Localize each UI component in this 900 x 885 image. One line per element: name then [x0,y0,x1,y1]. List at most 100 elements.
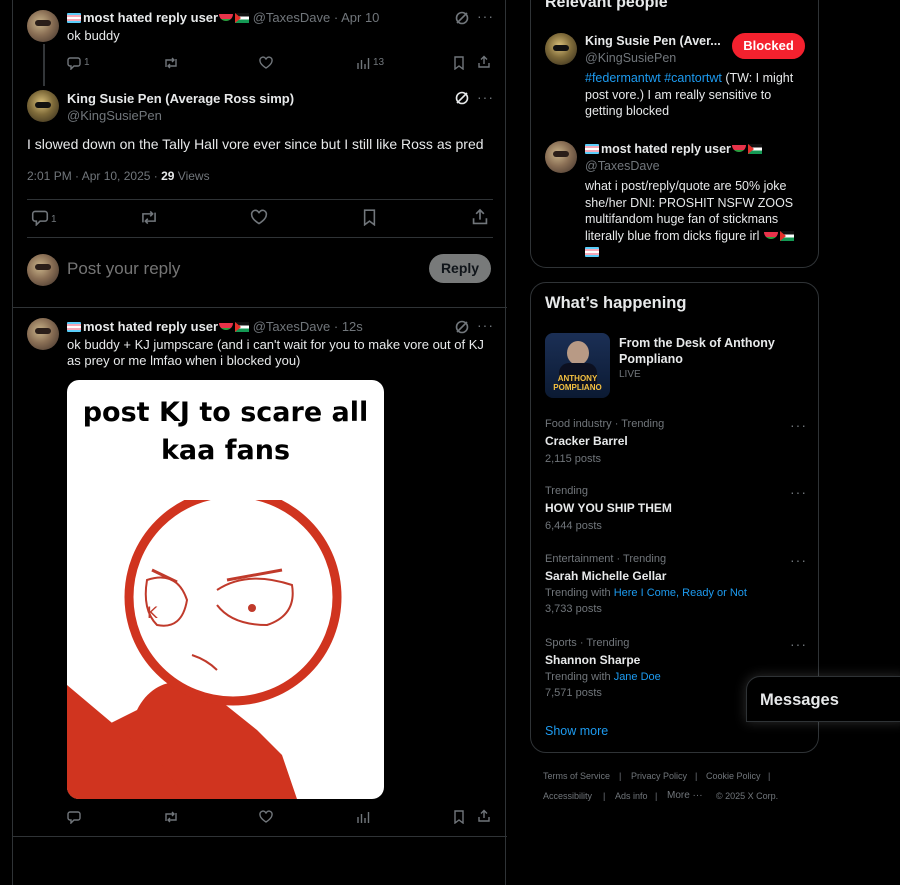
reply-icon[interactable] [31,209,49,226]
footer-link-cookie[interactable]: Cookie Policy [706,771,761,781]
grok-icon[interactable] [455,91,469,105]
author-handle[interactable]: @TaxesDave [253,319,331,334]
avatar[interactable] [27,90,59,122]
avatar[interactable] [27,318,59,350]
more-options-icon[interactable]: ··· [790,552,807,568]
timeline-column: most hated reply user @TaxesDave · Apr 1… [12,0,507,885]
avatar[interactable] [545,141,577,173]
thumb-text-2: POMPLIANO [553,383,602,392]
like-icon[interactable] [259,56,273,70]
footer-link-more[interactable]: More ··· [667,790,703,801]
image-caption-line2: kaa fans [160,435,291,466]
messages-drawer[interactable]: Messages [746,676,900,722]
person-name-row: most hated reply user [585,142,762,156]
image-caption-line1: post KJ to scare all [82,397,369,428]
trend-item[interactable]: Trending HOW YOU SHIP THEM 6,444 posts ·… [531,480,820,540]
watermelon-icon [763,231,778,239]
reply-input[interactable] [67,256,407,282]
trend-posts: 2,115 posts [545,453,602,465]
avatar[interactable] [545,33,577,65]
author-handle[interactable]: @TaxesDave [253,10,331,25]
bookmark-icon[interactable] [453,56,465,70]
more-options-icon[interactable]: ··· [790,484,807,500]
repost-icon[interactable] [139,209,159,226]
more-options-icon[interactable]: ··· [477,8,494,24]
footer-links: Terms of Service | Privacy Policy | Cook… [530,768,820,808]
bookmark-icon[interactable] [362,209,377,226]
more-options-icon[interactable]: ··· [477,317,494,333]
reply-button[interactable]: Reply [429,254,491,283]
tweet-header: most hated reply user @TaxesDave · 12s [67,319,363,334]
show-more-link[interactable]: Show more [545,724,608,738]
reply-icon[interactable] [67,810,81,824]
tweet-text: ok buddy [67,28,120,43]
hashtag-link[interactable]: #cantortwt [664,71,722,85]
repost-icon[interactable] [163,56,179,70]
bookmark-icon[interactable] [453,810,465,824]
avatar[interactable] [27,10,59,42]
palestine-flag-icon [779,230,794,241]
reply-icon[interactable] [67,56,81,70]
blocked-button[interactable]: Blocked [732,33,805,59]
more-options-icon[interactable]: ··· [477,89,494,105]
reply-tweet[interactable]: most hated reply user @TaxesDave · 12s ·… [13,308,507,836]
trending-with-link[interactable]: Jane Doe [614,671,661,683]
author-name[interactable]: King Susie Pen (Average Ross simp) [67,91,294,106]
trend-item[interactable]: Entertainment · Trending Sarah Michelle … [531,548,820,624]
views-icon[interactable] [356,56,370,70]
footer-separator: | [768,771,771,781]
thumb-text-1: ANTHONY [557,374,598,383]
featured-trend[interactable]: ANTHONY POMPLIANO From the Desk of Anthon… [531,331,820,401]
divider [27,237,493,238]
footer-link-ads[interactable]: Ads info [615,791,648,801]
reply-composer: Reply [13,246,507,306]
parent-tweet[interactable]: most hated reply user @TaxesDave · Apr 1… [13,0,507,80]
author-handle[interactable]: @KingSusiePen [67,108,162,123]
timestamp-text[interactable]: 2:01 PM · Apr 10, 2025 · [27,169,158,183]
trend-item[interactable]: Food industry · Trending Cracker Barrel … [531,413,820,473]
messages-label: Messages [760,691,839,709]
featured-title: From the Desk of Anthony Pompliano [619,336,775,366]
footer-separator: | [695,771,698,781]
person-card[interactable]: King Susie Pen (Aver... @KingSusiePen Bl… [531,28,820,128]
person-card[interactable]: most hated reply user @TaxesDave what i … [531,137,820,265]
footer-link-terms[interactable]: Terms of Service [543,771,610,781]
person-name[interactable]: most hated reply user [601,142,731,156]
person-handle[interactable]: @TaxesDave [585,159,660,173]
repost-icon[interactable] [163,810,179,824]
person-name[interactable]: King Susie Pen (Aver... [585,34,721,48]
trending-with-link[interactable]: Here I Come, Ready or Not [614,587,747,599]
views-label: Views [177,169,210,183]
hashtag-link[interactable]: #federmantwt [585,71,661,85]
whats-happening-heading: What’s happening [545,294,687,312]
tweet-date[interactable]: · Apr 10 [334,10,380,25]
tweet-date[interactable]: · 12s [334,319,363,334]
author-name[interactable]: most hated reply user [83,10,218,25]
footer-link-accessibility[interactable]: Accessibility [543,791,592,801]
trend-meta: Trending [545,485,589,497]
views-icon[interactable] [356,810,370,824]
trend-title: Shannon Sharpe [545,653,641,667]
share-icon[interactable] [471,208,489,226]
grok-icon[interactable] [455,11,469,25]
person-handle[interactable]: @KingSusiePen [585,51,676,65]
palestine-flag-icon [747,144,762,154]
footer-link-privacy[interactable]: Privacy Policy [631,771,687,781]
like-icon[interactable] [250,209,268,226]
featured-thumbnail: ANTHONY POMPLIANO [545,333,610,398]
trans-flag-icon [67,13,81,23]
author-name[interactable]: most hated reply user [83,319,218,334]
grok-icon[interactable] [455,320,469,334]
trend-posts: 7,571 posts [545,687,602,699]
like-icon[interactable] [259,810,273,824]
relevant-people-card: Relevant people King Susie Pen (Aver... … [530,0,819,268]
avatar [27,254,59,286]
watermelon-icon [731,145,746,152]
views-count: 29 [161,169,175,183]
more-options-icon[interactable]: ··· [790,636,807,652]
share-icon[interactable] [477,809,491,823]
share-icon[interactable] [477,55,491,69]
divider [27,199,493,200]
tweet-image[interactable]: post KJ to scare all kaa fans K [67,380,384,799]
more-options-icon[interactable]: ··· [790,417,807,433]
